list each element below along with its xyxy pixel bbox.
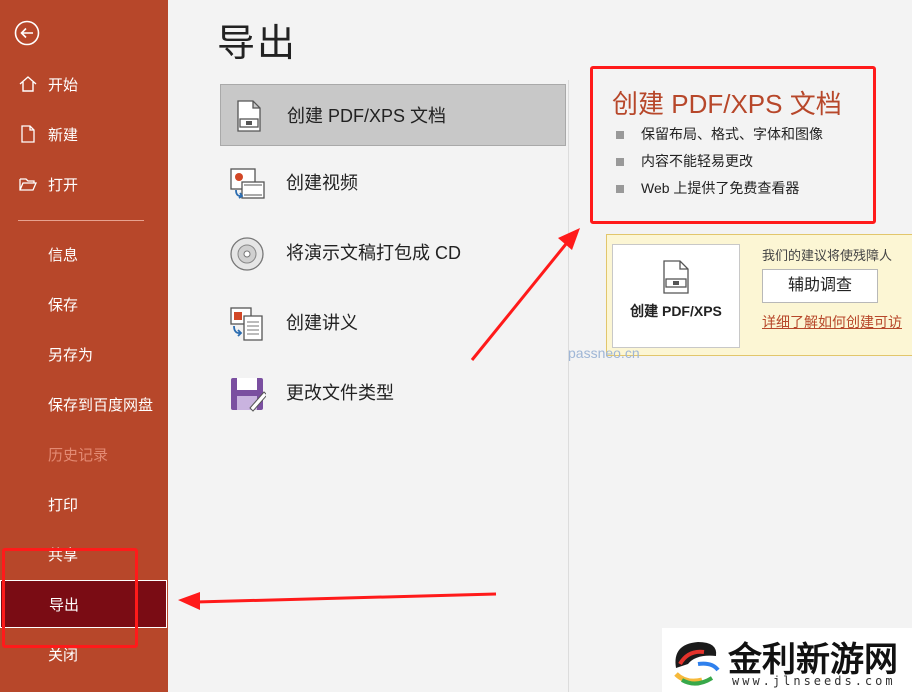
site-logo: 金利新游网 www.jlnseeds.com xyxy=(662,628,912,692)
logo-mark-icon xyxy=(674,642,720,686)
annotation-arrows xyxy=(178,228,580,610)
logo-url: www.jlnseeds.com xyxy=(732,674,896,688)
